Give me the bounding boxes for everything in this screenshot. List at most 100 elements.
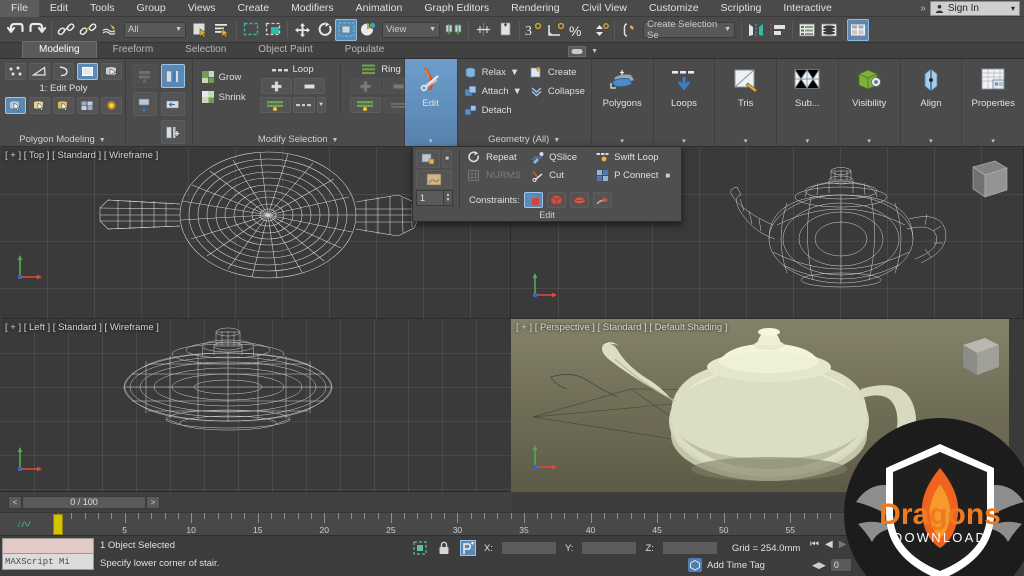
track-bar[interactable]: i 0510152025303540455055606570 bbox=[0, 512, 1024, 536]
select-and-place-button[interactable] bbox=[357, 19, 379, 41]
selection-lock-toggle[interactable] bbox=[436, 540, 452, 556]
show-end-result-button[interactable] bbox=[161, 64, 185, 88]
maxscript-mini-listener-field[interactable]: MAXScript Mi bbox=[2, 554, 94, 570]
edge-mode-button[interactable] bbox=[29, 63, 50, 80]
align-tools-button[interactable] bbox=[767, 19, 789, 41]
ribbon-tab-selection[interactable]: Selection bbox=[169, 42, 242, 58]
selection-filter-dropdown[interactable]: All ▼ bbox=[124, 22, 186, 38]
collapse-stack-button[interactable] bbox=[133, 64, 157, 88]
use-center-flyout-button[interactable] bbox=[443, 19, 465, 41]
ring-grow-button[interactable] bbox=[350, 78, 381, 94]
left-viewport-label[interactable]: [ + ] [ Left ] [ Standard ] [ Wireframe … bbox=[5, 322, 159, 333]
layer-explorer-button[interactable] bbox=[796, 19, 818, 41]
add-modifier-button[interactable] bbox=[161, 120, 185, 144]
loop-shrink-button[interactable] bbox=[294, 78, 325, 94]
loop-grow-button[interactable] bbox=[261, 78, 292, 94]
material-editor-button[interactable] bbox=[847, 19, 869, 41]
swift-loop-tool-button[interactable] bbox=[77, 97, 98, 114]
cut-button[interactable]: Cut bbox=[530, 168, 595, 183]
menu-item-animation[interactable]: Animation bbox=[345, 0, 414, 17]
select-object-button[interactable] bbox=[189, 19, 211, 41]
properties-panel-button[interactable]: Properties ▾ bbox=[962, 59, 1024, 146]
qslice-button[interactable]: QSlice bbox=[530, 150, 595, 165]
constraint-edge-button[interactable] bbox=[547, 192, 566, 208]
absolute-relative-transform-toggle[interactable] bbox=[460, 540, 476, 556]
segments-spinner-field[interactable]: 1 bbox=[416, 190, 444, 206]
snaps-toggle-button[interactable]: 3 bbox=[523, 19, 545, 41]
chevron-down-icon[interactable]: ▾ bbox=[806, 137, 810, 145]
select-by-name-button[interactable] bbox=[211, 19, 233, 41]
detach-button[interactable]: Detach bbox=[464, 103, 522, 117]
edit-panel-button[interactable]: Edit ▾ bbox=[405, 59, 458, 146]
chevron-down-icon[interactable]: ▾ bbox=[620, 137, 624, 145]
loops-panel-button[interactable]: Loops ▾ bbox=[654, 59, 716, 146]
element-mode-button[interactable] bbox=[101, 63, 122, 80]
polygon-mode-button[interactable] bbox=[77, 63, 98, 80]
menu-item-graph-editors[interactable]: Graph Editors bbox=[413, 0, 500, 17]
frame-number-field[interactable]: 0 bbox=[830, 558, 852, 572]
chevron-down-icon[interactable]: ▼ bbox=[429, 26, 436, 33]
loop-mode-button[interactable] bbox=[293, 97, 315, 113]
preserve-uvs-toggle[interactable] bbox=[416, 150, 440, 168]
menu-overflow-icon[interactable]: » bbox=[920, 3, 930, 14]
previous-frame-step-button[interactable]: < bbox=[8, 496, 22, 509]
constraint-face-button[interactable] bbox=[570, 192, 589, 208]
mirror-geometry-button[interactable] bbox=[745, 19, 767, 41]
select-and-scale-button[interactable] bbox=[335, 19, 357, 41]
y-coord-field[interactable] bbox=[581, 541, 637, 555]
top-viewport-label[interactable]: [ + ] [ Top ] [ Standard ] [ Wireframe ] bbox=[5, 150, 158, 161]
constraint-none-button[interactable] bbox=[524, 192, 543, 208]
align-panel-button[interactable]: Align ▾ bbox=[901, 59, 963, 146]
perspective-viewport[interactable]: [ + ] [ Perspective ] [ Standard ] [ Def… bbox=[511, 319, 1009, 492]
chevron-down-icon[interactable]: ■ bbox=[665, 171, 670, 180]
repeat-button[interactable]: Repeat bbox=[467, 150, 530, 165]
reference-coordinate-system-dropdown[interactable]: View ▼ bbox=[382, 22, 440, 38]
play-animation-button[interactable]: ▶ bbox=[839, 539, 847, 550]
current-frame-display[interactable]: 0 / 100 bbox=[22, 496, 146, 509]
next-frame-button[interactable]: ⏯ bbox=[852, 539, 860, 550]
rectangular-selection-region-button[interactable] bbox=[240, 19, 262, 41]
attach-button[interactable]: Attach ▼ bbox=[464, 84, 522, 98]
loop-options-button[interactable]: ▼ bbox=[317, 97, 326, 113]
z-coord-field[interactable] bbox=[662, 541, 718, 555]
chevron-down-icon[interactable]: ▼ bbox=[332, 137, 339, 144]
named-selection-sets-button[interactable] bbox=[618, 19, 640, 41]
goto-start-button[interactable]: ⏮ bbox=[810, 539, 819, 550]
chevron-down-icon[interactable]: ▾ bbox=[682, 137, 686, 145]
goto-end-button[interactable]: ⏭ bbox=[866, 539, 875, 550]
redo-button[interactable] bbox=[26, 19, 48, 41]
chevron-down-icon[interactable]: ▼ bbox=[724, 26, 731, 33]
generate-topology-button[interactable] bbox=[5, 97, 26, 114]
menu-item-create[interactable]: Create bbox=[227, 0, 281, 17]
vertex-mode-button[interactable] bbox=[5, 63, 26, 80]
maxscript-output-field[interactable] bbox=[2, 538, 94, 554]
select-and-rotate-button[interactable] bbox=[313, 19, 335, 41]
bind-to-space-warp-button[interactable] bbox=[99, 19, 121, 41]
undo-button[interactable] bbox=[4, 19, 26, 41]
chevron-down-icon[interactable]: ▾ bbox=[929, 137, 933, 145]
symmetry-tools-button[interactable] bbox=[29, 97, 50, 114]
menu-item-civil-view[interactable]: Civil View bbox=[571, 0, 638, 17]
nurms-button[interactable]: NURMS bbox=[467, 168, 530, 183]
select-and-link-button[interactable] bbox=[55, 19, 77, 41]
menu-item-rendering[interactable]: Rendering bbox=[500, 0, 570, 17]
chevron-down-icon[interactable]: ▼ bbox=[588, 48, 604, 56]
visibility-panel-button[interactable]: Visibility ▾ bbox=[839, 59, 901, 146]
time-slider-handle[interactable] bbox=[53, 514, 63, 535]
grow-button[interactable]: Grow bbox=[201, 70, 246, 84]
align-button[interactable] bbox=[494, 19, 516, 41]
select-and-move-button[interactable] bbox=[291, 19, 313, 41]
spinner-snap-toggle-button[interactable] bbox=[589, 19, 611, 41]
angle-snap-toggle-button[interactable] bbox=[545, 19, 567, 41]
paint-deform-button[interactable] bbox=[53, 97, 74, 114]
preserve-uvs-button[interactable] bbox=[101, 97, 122, 114]
chevron-down-icon[interactable]: ▾ bbox=[429, 137, 433, 145]
ribbon-minimize-button[interactable] bbox=[568, 46, 586, 57]
border-mode-button[interactable] bbox=[53, 63, 74, 80]
x-coord-field[interactable] bbox=[501, 541, 557, 555]
current-frame-spinner[interactable]: ◀▶ 0 bbox=[812, 558, 852, 572]
ribbon-tab-modeling[interactable]: Modeling bbox=[22, 41, 97, 58]
menu-item-group[interactable]: Group bbox=[126, 0, 177, 17]
menu-item-scripting[interactable]: Scripting bbox=[710, 0, 773, 17]
ribbon-tab-freeform[interactable]: Freeform bbox=[97, 42, 170, 58]
